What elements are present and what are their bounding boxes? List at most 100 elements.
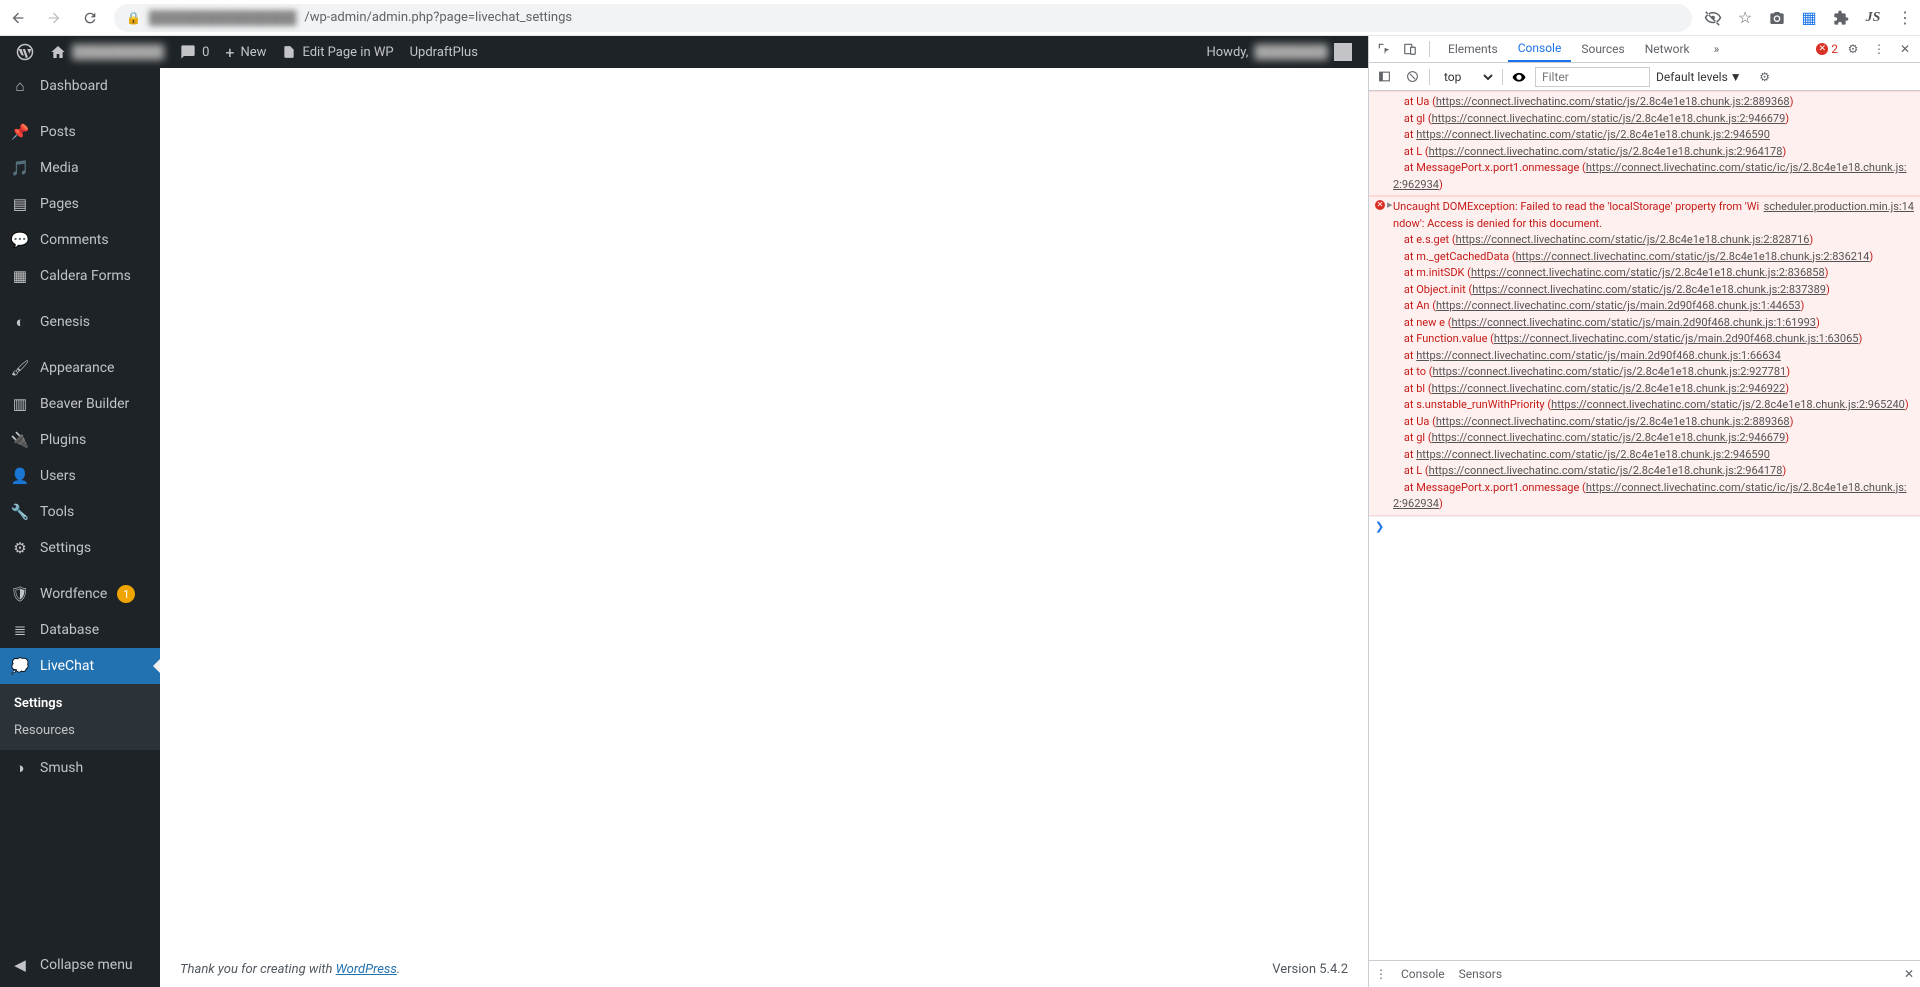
sidebar-item-settings[interactable]: ⚙ Settings [0, 530, 160, 566]
sidebar-item-livechat[interactable]: 💭 LiveChat [0, 648, 160, 684]
forward-button[interactable] [42, 6, 66, 30]
star-icon[interactable]: ☆ [1736, 9, 1754, 27]
sidebar-item-caldera-forms[interactable]: ▦ Caldera Forms [0, 258, 160, 294]
site-home-link[interactable]: ██████████ [42, 36, 172, 68]
plugin-icon: 🔌 [10, 430, 30, 450]
console-output[interactable]: at Ua (https://connect.livechatinc.com/s… [1369, 91, 1920, 960]
collapse-icon: ◀ [10, 955, 30, 975]
sidebar-item-label: Beaver Builder [40, 396, 129, 412]
wp-logo-icon[interactable] [8, 36, 42, 68]
sidebar-item-label: Tools [40, 504, 74, 520]
devtools-close-icon[interactable]: ✕ [1894, 38, 1916, 60]
sidebar-item-label: Wordfence [40, 586, 107, 602]
device-toggle-icon[interactable] [1399, 38, 1421, 60]
sidebar-item-dashboard[interactable]: ⌂Dashboard [0, 68, 160, 104]
lock-icon: 🔒 [126, 11, 141, 25]
console-prompt[interactable]: ❯ [1369, 516, 1920, 538]
footer-thanks: Thank you for creating with WordPress. [180, 962, 400, 977]
sidebar-item-label: Smush [40, 760, 83, 776]
drawer-sensors-tab[interactable]: Sensors [1459, 967, 1502, 981]
settings-icon: ⚙ [10, 538, 30, 558]
sidebar-item-pages[interactable]: ▤ Pages [0, 186, 160, 222]
genesis-icon: ◐ [10, 312, 30, 332]
sidebar-item-database[interactable]: ≣Database [0, 612, 160, 648]
collapse-menu[interactable]: ◀ Collapse menu [0, 947, 160, 987]
js-extension-icon[interactable]: JS [1864, 9, 1882, 27]
console-filter-input[interactable] [1535, 67, 1650, 87]
live-expression-icon[interactable] [1509, 70, 1529, 84]
devtools-tab-network[interactable]: Network [1635, 36, 1700, 62]
devtools-settings-icon[interactable]: ⚙ [1842, 38, 1864, 60]
sidebar-item-plugins[interactable]: 🔌 Plugins [0, 422, 160, 458]
sidebar-item-label: Users [40, 468, 76, 484]
sidebar-item-wordfence[interactable]: 🛡Wordfence1 [0, 576, 160, 612]
comments-link[interactable]: 0 [172, 36, 217, 68]
devtools-drawer: ⋮ Console Sensors ✕ [1369, 960, 1920, 987]
address-bar[interactable]: 🔒 ████████████████ /wp-admin/admin.php?p… [114, 4, 1692, 32]
execution-context-select[interactable]: top [1436, 67, 1496, 87]
expand-arrow-icon[interactable]: ▸ [1387, 197, 1393, 214]
devtools-tab-sources[interactable]: Sources [1571, 36, 1634, 62]
extensions-puzzle-icon[interactable] [1832, 9, 1850, 27]
back-button[interactable] [6, 6, 30, 30]
inspect-element-icon[interactable] [1373, 38, 1395, 60]
browser-toolbar: 🔒 ████████████████ /wp-admin/admin.php?p… [0, 0, 1920, 36]
new-content-link[interactable]: +New [217, 36, 274, 68]
url-path: /wp-admin/admin.php?page=livechat_settin… [304, 10, 572, 25]
console-error-entry: ✕ ▸ scheduler.production.min.js:14Uncaug… [1369, 196, 1920, 516]
sidebar-item-label: Settings [40, 540, 91, 556]
error-count-badge[interactable]: ✕2 [1816, 42, 1838, 56]
sidebar-item-tools[interactable]: 🔧Tools [0, 494, 160, 530]
reload-button[interactable] [78, 6, 102, 30]
incognito-eye-icon[interactable] [1704, 9, 1722, 27]
sidebar-item-genesis[interactable]: ◐Genesis [0, 304, 160, 340]
sidebar-item-users[interactable]: 👤 Users [0, 458, 160, 494]
devtools-menu-icon[interactable]: ⋮ [1868, 38, 1890, 60]
submenu-resources[interactable]: Resources [0, 717, 160, 744]
pin-icon: 📌 [10, 122, 30, 142]
wp-version: Version 5.4.2 [1272, 962, 1348, 977]
clear-console-icon[interactable] [1401, 66, 1423, 88]
sidebar-item-label: Posts [40, 124, 76, 140]
url-domain-blurred: ████████████████ [149, 10, 296, 26]
update-badge: 1 [117, 585, 135, 603]
sidebar-item-label: Media [40, 160, 79, 176]
sidebar-item-media[interactable]: 🎵Media [0, 150, 160, 186]
sidebar-item-label: Pages [40, 196, 79, 212]
log-levels-select[interactable]: Default levels ▼ [1656, 70, 1742, 84]
browser-menu-icon[interactable]: ⋮ [1896, 9, 1914, 27]
submenu-settings[interactable]: Settings [0, 690, 160, 717]
sidebar-item-label: LiveChat [40, 658, 94, 674]
devtools-more-tabs[interactable]: » [1704, 36, 1730, 62]
sidebar-item-beaver-builder[interactable]: ▥Beaver Builder [0, 386, 160, 422]
dashboard-icon: ⌂ [10, 76, 30, 96]
sidebar-item-posts[interactable]: 📌 Posts [0, 114, 160, 150]
drawer-console-tab[interactable]: Console [1401, 967, 1445, 981]
user-icon: 👤 [10, 466, 30, 486]
sidebar-item-label: Caldera Forms [40, 268, 131, 284]
howdy-account[interactable]: Howdy,████████ [1198, 36, 1360, 68]
sidebar-item-comments[interactable]: 💬Comments [0, 222, 160, 258]
livechat-icon: 💭 [10, 656, 30, 676]
console-settings-icon[interactable]: ⚙ [1754, 66, 1776, 88]
camera-icon[interactable] [1768, 9, 1786, 27]
wp-admin-sidebar: ⌂Dashboard 📌 Posts 🎵Media ▤ Pages 💬Comments ▦ Ca… [0, 68, 160, 987]
updraftplus-link[interactable]: UpdraftPlus [402, 36, 486, 68]
drawer-close-icon[interactable]: ✕ [1904, 967, 1914, 981]
drawer-menu-icon[interactable]: ⋮ [1375, 967, 1387, 981]
edit-page-link[interactable]: Edit Page in WP [274, 36, 401, 68]
sidebar-item-label: Appearance [40, 360, 114, 376]
wp-content-area: Thank you for creating with WordPress. V… [160, 68, 1368, 987]
sidebar-item-smush[interactable]: ◑Smush [0, 750, 160, 786]
sidebar-item-appearance[interactable]: 🖌 Appearance [0, 350, 160, 386]
form-icon: ▦ [10, 266, 30, 286]
extension-blue-icon[interactable]: ▦ [1800, 9, 1818, 27]
brush-icon: 🖌 [10, 358, 30, 378]
page-icon: ▤ [10, 194, 30, 214]
wp-footer: Thank you for creating with WordPress. V… [160, 952, 1368, 987]
console-sidebar-toggle-icon[interactable] [1373, 66, 1395, 88]
devtools-tab-console[interactable]: Console [1508, 36, 1572, 62]
devtools-tab-elements[interactable]: Elements [1438, 36, 1508, 62]
sidebar-item-label: Plugins [40, 432, 86, 448]
wordpress-link[interactable]: WordPress [336, 962, 397, 977]
